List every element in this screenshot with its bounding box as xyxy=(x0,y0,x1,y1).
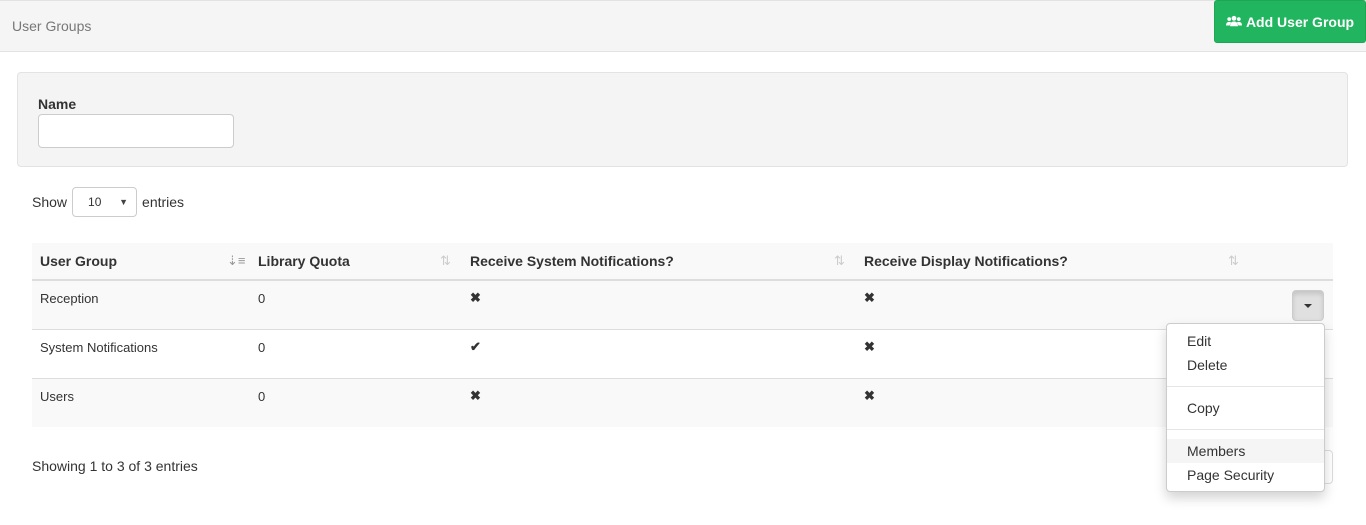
filter-panel: Name xyxy=(17,72,1348,167)
cell-library-quota: 0 xyxy=(258,389,266,404)
table-row: System Notifications 0 ✔ ✖ xyxy=(32,330,1333,379)
name-filter-label: Name xyxy=(38,96,77,112)
cross-icon: ✖ xyxy=(470,388,481,403)
sort-icon[interactable]: ⇅ xyxy=(834,243,845,279)
caret-down-icon: ▼ xyxy=(119,197,129,207)
cross-icon: ✖ xyxy=(864,290,875,305)
add-user-group-button[interactable]: Add User Group xyxy=(1214,0,1366,43)
user-groups-table: User Group ⇣≡ Library Quota ⇅ Receive Sy… xyxy=(32,243,1333,427)
table-header: User Group ⇣≡ Library Quota ⇅ Receive Sy… xyxy=(32,243,1333,281)
menu-divider xyxy=(1167,386,1324,387)
cell-library-quota: 0 xyxy=(258,291,266,306)
page-length-select[interactable]: 10 ▼ xyxy=(72,187,138,217)
row-actions-button[interactable] xyxy=(1292,290,1324,321)
menu-item-page-security[interactable]: Page Security xyxy=(1167,463,1324,487)
cell-user-group: System Notifications xyxy=(40,340,158,355)
menu-item-edit[interactable]: Edit xyxy=(1167,329,1324,353)
cross-icon: ✖ xyxy=(470,290,481,305)
length-prefix: Show xyxy=(32,194,68,210)
length-menu: Show 10 ▼ entries xyxy=(32,187,184,217)
column-header-library-quota[interactable]: Library Quota xyxy=(258,243,350,279)
cell-library-quota: 0 xyxy=(258,340,266,355)
page-title: User Groups xyxy=(12,18,92,34)
column-header-user-group[interactable]: User Group xyxy=(40,243,117,279)
name-filter-input[interactable] xyxy=(38,114,234,148)
table-row: Users 0 ✖ ✖ xyxy=(32,379,1333,427)
caret-down-icon xyxy=(1304,303,1312,308)
menu-item-members[interactable]: Members xyxy=(1167,439,1324,463)
sort-icon[interactable]: ⇅ xyxy=(440,243,451,279)
page-length-value: 10 xyxy=(88,195,102,209)
column-header-display-notifications[interactable]: Receive Display Notifications? xyxy=(864,243,1068,279)
menu-item-delete[interactable]: Delete xyxy=(1167,353,1324,377)
add-user-group-label: Add User Group xyxy=(1245,13,1355,30)
table-row: Reception 0 ✖ ✖ xyxy=(32,281,1333,330)
check-icon: ✔ xyxy=(470,339,481,354)
menu-item-copy[interactable]: Copy xyxy=(1167,396,1324,420)
cross-icon: ✖ xyxy=(864,339,875,354)
sort-icon[interactable]: ⇅ xyxy=(1228,243,1239,279)
cell-user-group: Reception xyxy=(40,291,99,306)
table-info: Showing 1 to 3 of 3 entries xyxy=(32,458,198,474)
sort-ascending-icon[interactable]: ⇣≡ xyxy=(227,243,245,279)
users-icon xyxy=(1225,15,1242,27)
menu-divider xyxy=(1167,429,1324,430)
column-header-system-notifications[interactable]: Receive System Notifications? xyxy=(470,243,674,279)
cross-icon: ✖ xyxy=(864,388,875,403)
cell-user-group: Users xyxy=(40,389,74,404)
length-suffix: entries xyxy=(142,194,185,210)
row-actions-menu: Edit Delete Copy Members Page Security xyxy=(1166,323,1325,492)
top-bar: User Groups xyxy=(0,0,1366,52)
